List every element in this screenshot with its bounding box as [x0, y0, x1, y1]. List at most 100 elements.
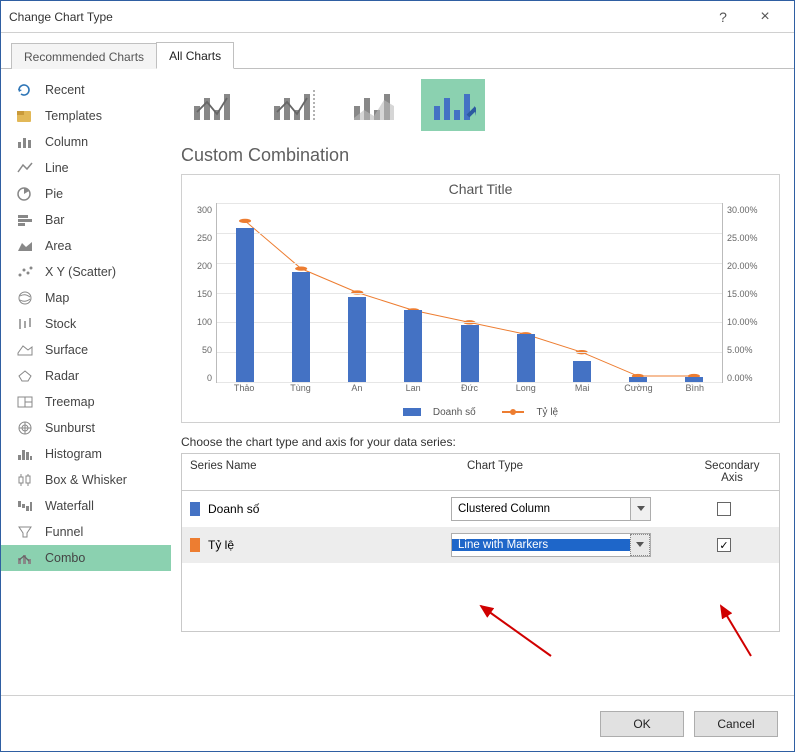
sunburst-icon [15, 420, 35, 436]
funnel-icon [15, 524, 35, 540]
stock-icon [15, 316, 35, 332]
tab-all-charts[interactable]: All Charts [156, 42, 234, 69]
area-icon [15, 238, 35, 254]
cancel-button[interactable]: Cancel [694, 711, 778, 737]
treemap-icon [15, 394, 35, 410]
chart-type-radar[interactable]: Radar [1, 363, 171, 389]
chart-type-dropdown[interactable]: Line with Markers [451, 533, 651, 557]
chart-type-label: Map [45, 291, 69, 305]
main-panel: Custom Combination Chart Title 300250200… [171, 69, 794, 695]
series-row[interactable]: Doanh số Clustered Column [182, 491, 779, 527]
col-header-series-name: Series Name [182, 454, 459, 490]
chart-type-label: Treemap [45, 395, 95, 409]
chart-type-label: Column [45, 135, 88, 149]
bar [404, 310, 422, 382]
chart-type-treemap[interactable]: Treemap [1, 389, 171, 415]
chart-type-label: Waterfall [45, 499, 94, 513]
chart-type-templates[interactable]: Templates [1, 103, 171, 129]
chart-type-surface[interactable]: Surface [1, 337, 171, 363]
secondary-axis-checkbox[interactable]: ✓ [717, 538, 731, 552]
chart-type-dropdown[interactable]: Clustered Column [451, 497, 651, 521]
chart-type-stock[interactable]: Stock [1, 311, 171, 337]
chart-type-label: Combo [45, 551, 85, 565]
tab-recommended-charts[interactable]: Recommended Charts [11, 43, 157, 69]
chart-type-label: Surface [45, 343, 88, 357]
chart-type-label: Box & Whisker [45, 473, 127, 487]
chart-type-label: Pie [45, 187, 63, 201]
chart-type-label: Bar [45, 213, 64, 227]
chart-type-bar[interactable]: Bar [1, 207, 171, 233]
map-icon [15, 290, 35, 306]
chevron-down-icon[interactable] [630, 498, 650, 520]
bar [517, 334, 535, 382]
secondary-axis-checkbox[interactable] [717, 502, 731, 516]
chart-type-funnel[interactable]: Funnel [1, 519, 171, 545]
series-table: Series Name Chart Type Secondary Axis Do… [181, 453, 780, 632]
chart-type-label: X Y (Scatter) [45, 265, 116, 279]
series-name-label: Doanh số [208, 502, 259, 516]
series-instruction: Choose the chart type and axis for your … [181, 435, 780, 449]
chart-type-label: Funnel [45, 525, 83, 539]
bar [348, 297, 366, 382]
chart-type-label: Area [45, 239, 71, 253]
col-header-secondary-axis: Secondary Axis [685, 454, 779, 490]
titlebar: Change Chart Type ? × [1, 1, 794, 33]
combo-variant-2[interactable] [261, 79, 325, 131]
templates-icon [15, 108, 35, 124]
chart-type-recent[interactable]: Recent [1, 77, 171, 103]
chart-type-label: Sunburst [45, 421, 95, 435]
chart-type-area[interactable]: Area [1, 233, 171, 259]
chart-preview-title: Chart Title [186, 181, 775, 197]
chart-legend: Doanh số Tỷ lệ [186, 403, 775, 420]
chart-type-line[interactable]: Line [1, 155, 171, 181]
chart-type-label: Templates [45, 109, 102, 123]
series-row[interactable]: Tỷ lệ Line with Markers ✓ [182, 527, 779, 563]
chart-type-waterfall[interactable]: Waterfall [1, 493, 171, 519]
waterfall-icon [15, 498, 35, 514]
chart-type-combo[interactable]: Combo [1, 545, 171, 571]
combo-variant-3[interactable] [341, 79, 405, 131]
series-color-swatch [190, 538, 200, 552]
plot-area [216, 203, 723, 383]
x-axis-labels: ThảoTùngAnLanĐứcLongMaiCườngBình [216, 383, 723, 403]
line-icon [15, 160, 35, 176]
chart-type-sunburst[interactable]: Sunburst [1, 415, 171, 441]
close-button[interactable]: × [744, 2, 786, 32]
chart-type-label: Stock [45, 317, 76, 331]
column-icon [15, 134, 35, 150]
chart-type-label: Radar [45, 369, 79, 383]
y-axis-primary: 300250200150100500 [186, 203, 216, 403]
chevron-down-icon[interactable] [630, 534, 650, 556]
chart-type-scatter[interactable]: X Y (Scatter) [1, 259, 171, 285]
combo-variant-row [181, 79, 780, 131]
combo-icon [15, 550, 35, 566]
change-chart-type-dialog: Change Chart Type ? × Recommended Charts… [0, 0, 795, 752]
bar [685, 377, 703, 382]
chart-type-label: Line [45, 161, 69, 175]
tab-strip: Recommended Charts All Charts [1, 39, 794, 69]
dialog-footer: OK Cancel [1, 695, 794, 751]
recent-icon [15, 82, 35, 98]
series-color-swatch [190, 502, 200, 516]
y-axis-secondary: 30.00%25.00%20.00%15.00%10.00%5.00%0.00% [723, 203, 775, 403]
surface-icon [15, 342, 35, 358]
bar [629, 377, 647, 382]
chart-type-map[interactable]: Map [1, 285, 171, 311]
ok-button[interactable]: OK [600, 711, 684, 737]
chart-type-histogram[interactable]: Histogram [1, 441, 171, 467]
chart-preview: Chart Title 300250200150100500 30.00%25.… [181, 174, 780, 423]
chart-type-boxwhisker[interactable]: Box & Whisker [1, 467, 171, 493]
bar [573, 361, 591, 382]
chart-type-sidebar: Recent Templates Column Line Pie Bar Area X Y (… [1, 69, 171, 695]
radar-icon [15, 368, 35, 384]
help-button[interactable]: ? [702, 2, 744, 32]
series-name-label: Tỷ lệ [208, 538, 234, 552]
variant-heading: Custom Combination [181, 145, 780, 166]
chart-type-pie[interactable]: Pie [1, 181, 171, 207]
bar-icon [15, 212, 35, 228]
boxwhisker-icon [15, 472, 35, 488]
combo-variant-custom[interactable] [421, 79, 485, 131]
chart-type-column[interactable]: Column [1, 129, 171, 155]
combo-variant-1[interactable] [181, 79, 245, 131]
bar [236, 228, 254, 382]
